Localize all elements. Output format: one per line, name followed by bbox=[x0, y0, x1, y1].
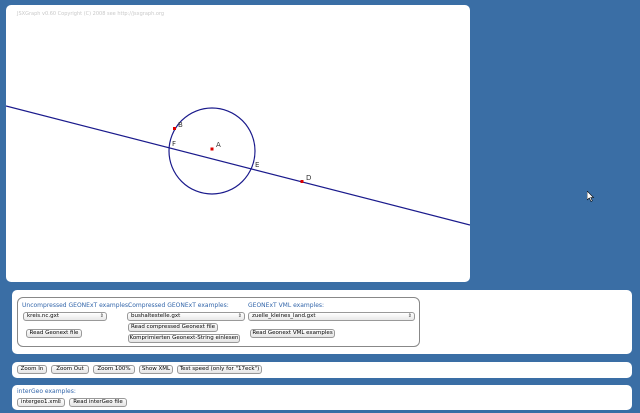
uncompressed-select-value: kreis.nc.gxt bbox=[27, 313, 60, 319]
point-d-label: D bbox=[306, 174, 311, 182]
drawing-board[interactable]: A B D E F JSXGraph v0.60 Copyright (C) 2… bbox=[6, 5, 470, 282]
point-f-label: F bbox=[172, 140, 176, 148]
point-d[interactable] bbox=[300, 180, 304, 183]
point-b-label: B bbox=[178, 121, 183, 129]
test-speed-button[interactable]: Test speed (only for "17eck") bbox=[177, 365, 262, 374]
line-fd[interactable] bbox=[6, 105, 470, 226]
uncompressed-examples-title: Uncompressed GEONExT examples: bbox=[22, 302, 131, 309]
uncompressed-examples-select[interactable]: kreis.nc.gxt ⇕ bbox=[23, 312, 107, 321]
intergeo-title: interGeo examples: bbox=[17, 388, 76, 395]
vml-examples-title: GEONExT VML examples: bbox=[248, 302, 325, 309]
read-intergeo-file-button[interactable]: Read interGeo file bbox=[69, 398, 127, 407]
zoom-100-button[interactable]: Zoom 100% bbox=[93, 365, 135, 374]
intergeo-select-value: intergeo1.xml bbox=[21, 399, 60, 405]
zoom-out-button[interactable]: Zoom Out bbox=[51, 365, 89, 374]
compressed-select-value: bushaltestelle.gxt bbox=[131, 313, 181, 319]
zoom-in-button[interactable]: Zoom In bbox=[17, 365, 47, 374]
intergeo-select[interactable]: intergeo1.xml ⇕ bbox=[17, 398, 65, 407]
read-geonext-file-button[interactable]: Read Geonext file bbox=[26, 329, 82, 338]
vml-select-value: zuelle_kleines_land.gxt bbox=[252, 313, 316, 319]
point-a-label: A bbox=[216, 141, 221, 149]
read-compressed-geonext-button[interactable]: Read compressed Geonext file bbox=[128, 323, 218, 332]
copyright-text: JSXGraph v0.60 Copyright (C) 2008 see ht… bbox=[17, 11, 165, 17]
compressed-examples-title: Compressed GEONExT examples: bbox=[128, 302, 229, 309]
read-vml-examples-button[interactable]: Read Geonext VML examples bbox=[250, 329, 335, 338]
show-xml-button[interactable]: Show XML bbox=[139, 365, 173, 374]
point-b[interactable] bbox=[173, 127, 176, 130]
select-arrow-icon: ⇕ bbox=[407, 313, 412, 319]
select-arrow-icon: ⇕ bbox=[99, 313, 104, 319]
mouse-cursor-icon bbox=[587, 191, 595, 202]
geometry-canvas[interactable]: A B D E F bbox=[6, 5, 470, 282]
select-arrow-icon: ⇕ bbox=[237, 313, 242, 319]
compressed-string-button[interactable]: Komprimierten Geonext-String einlesen bbox=[128, 334, 240, 343]
vml-examples-select[interactable]: zuelle_kleines_land.gxt ⇕ bbox=[248, 312, 415, 321]
point-a[interactable] bbox=[210, 147, 214, 151]
compressed-examples-select[interactable]: bushaltestelle.gxt ⇕ bbox=[127, 312, 245, 321]
select-arrow-icon: ⇕ bbox=[57, 399, 62, 405]
point-e-label: E bbox=[255, 161, 259, 169]
